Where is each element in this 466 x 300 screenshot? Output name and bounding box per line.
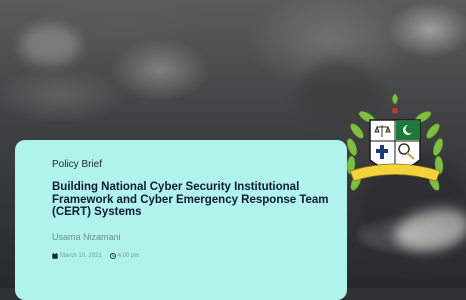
publish-date: March 10, 2021 xyxy=(60,253,102,259)
article-title[interactable]: Building National Cyber Security Institu… xyxy=(52,181,332,219)
blurred-shape xyxy=(20,25,80,65)
author-name[interactable]: Usama Nizamani xyxy=(52,232,121,242)
calendar-icon xyxy=(52,253,58,259)
publish-time: 4:00 pm xyxy=(117,253,140,259)
date-item: March 10, 2021 xyxy=(52,253,102,259)
article-meta: March 10, 2021 4:00 pm xyxy=(52,253,139,259)
category-label: Policy Brief xyxy=(52,159,103,170)
time-item: 4:00 pm xyxy=(109,253,140,259)
clock-icon xyxy=(109,253,116,259)
institute-emblem-logo xyxy=(346,93,444,191)
